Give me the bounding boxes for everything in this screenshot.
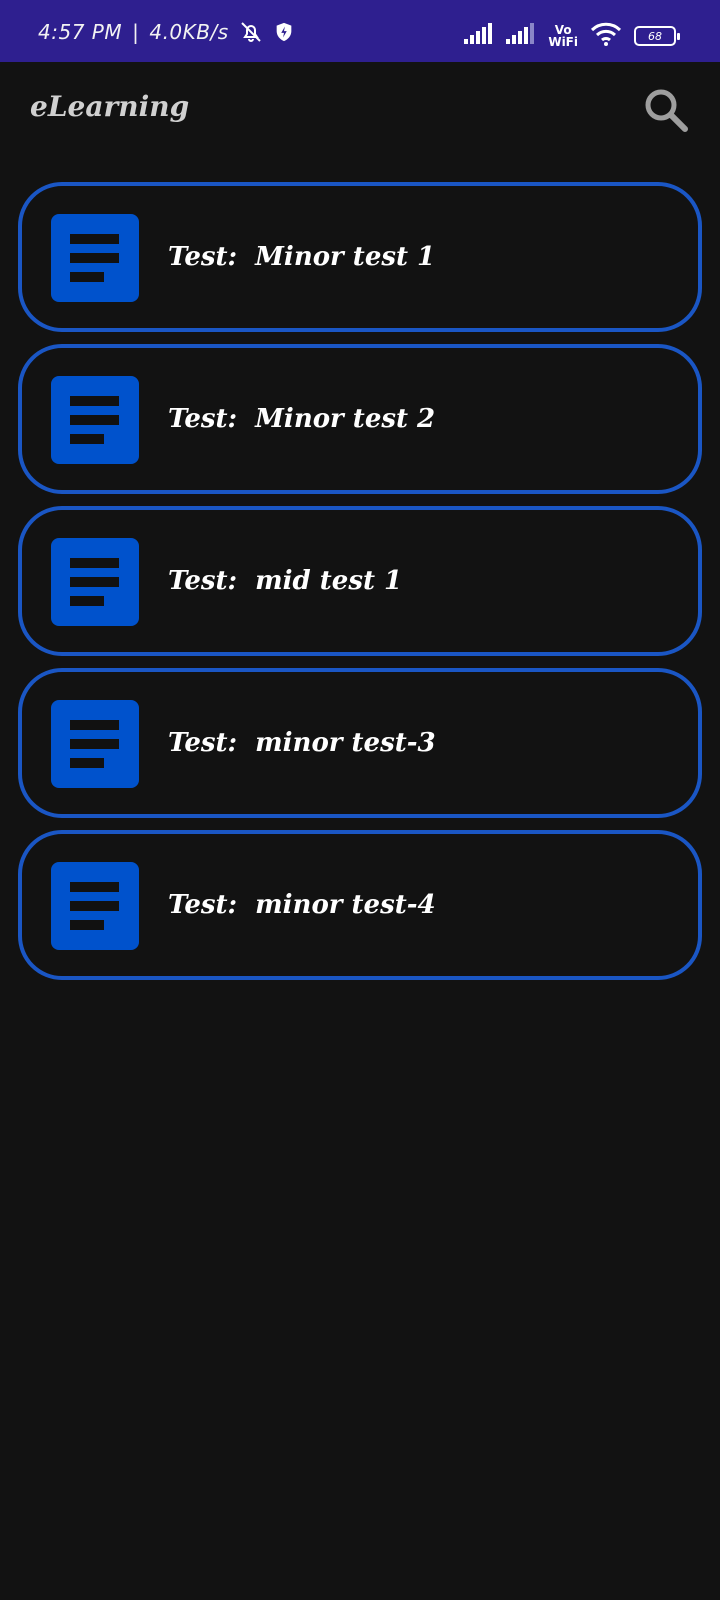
battery-level: 68 (648, 29, 662, 43)
test-name: minor test-3 (255, 728, 436, 758)
test-label: Test: minor test-4 (168, 890, 436, 920)
test-prefix: Test: (168, 404, 238, 434)
wifi-icon (590, 22, 622, 50)
vowifi-icon: Vo WiFi (548, 24, 578, 48)
test-card[interactable]: Test: minor test-4 (18, 830, 702, 980)
test-label: Test: Minor test 2 (168, 404, 435, 434)
bell-muted-icon (239, 20, 263, 44)
shield-icon (273, 21, 295, 43)
test-prefix: Test: (168, 728, 238, 758)
status-left: 4:57 PM | 4.0KB/s (38, 20, 295, 44)
test-card[interactable]: Test: Minor test 1 (18, 182, 702, 332)
test-name: Minor test 1 (255, 242, 436, 272)
test-label: Test: minor test-3 (168, 728, 436, 758)
test-name: minor test-4 (255, 890, 436, 920)
signal-icon (464, 23, 494, 49)
test-prefix: Test: (168, 566, 238, 596)
status-right: Vo WiFi 68 (464, 22, 680, 50)
vowifi-bottom: WiFi (548, 35, 578, 49)
status-separator: | (132, 20, 140, 44)
app-title: eLearning (30, 90, 190, 123)
test-card[interactable]: Test: minor test-3 (18, 668, 702, 818)
test-prefix: Test: (168, 890, 238, 920)
document-icon (51, 214, 139, 302)
status-time: 4:57 PM (38, 20, 123, 44)
test-prefix: Test: (168, 242, 238, 272)
test-name: Minor test 2 (255, 404, 436, 434)
battery-icon: 68 (634, 26, 680, 46)
document-icon (51, 538, 139, 626)
test-name: mid test 1 (255, 566, 403, 596)
document-icon (51, 862, 139, 950)
test-card[interactable]: Test: mid test 1 (18, 506, 702, 656)
status-bar: 4:57 PM | 4.0KB/s Vo WiFi 68 (0, 0, 720, 62)
document-icon (51, 376, 139, 464)
test-label: Test: Minor test 1 (168, 242, 435, 272)
test-card[interactable]: Test: Minor test 2 (18, 344, 702, 494)
network-speed: 4.0KB/s (149, 20, 229, 44)
search-button[interactable] (640, 84, 692, 136)
document-icon (51, 700, 139, 788)
search-icon (645, 89, 688, 132)
test-list: Test: Minor test 1 Test: Minor test 2 Te… (18, 182, 702, 992)
signal-icon-2 (506, 23, 536, 49)
test-label: Test: mid test 1 (168, 566, 402, 596)
app-bar: eLearning (0, 62, 720, 162)
